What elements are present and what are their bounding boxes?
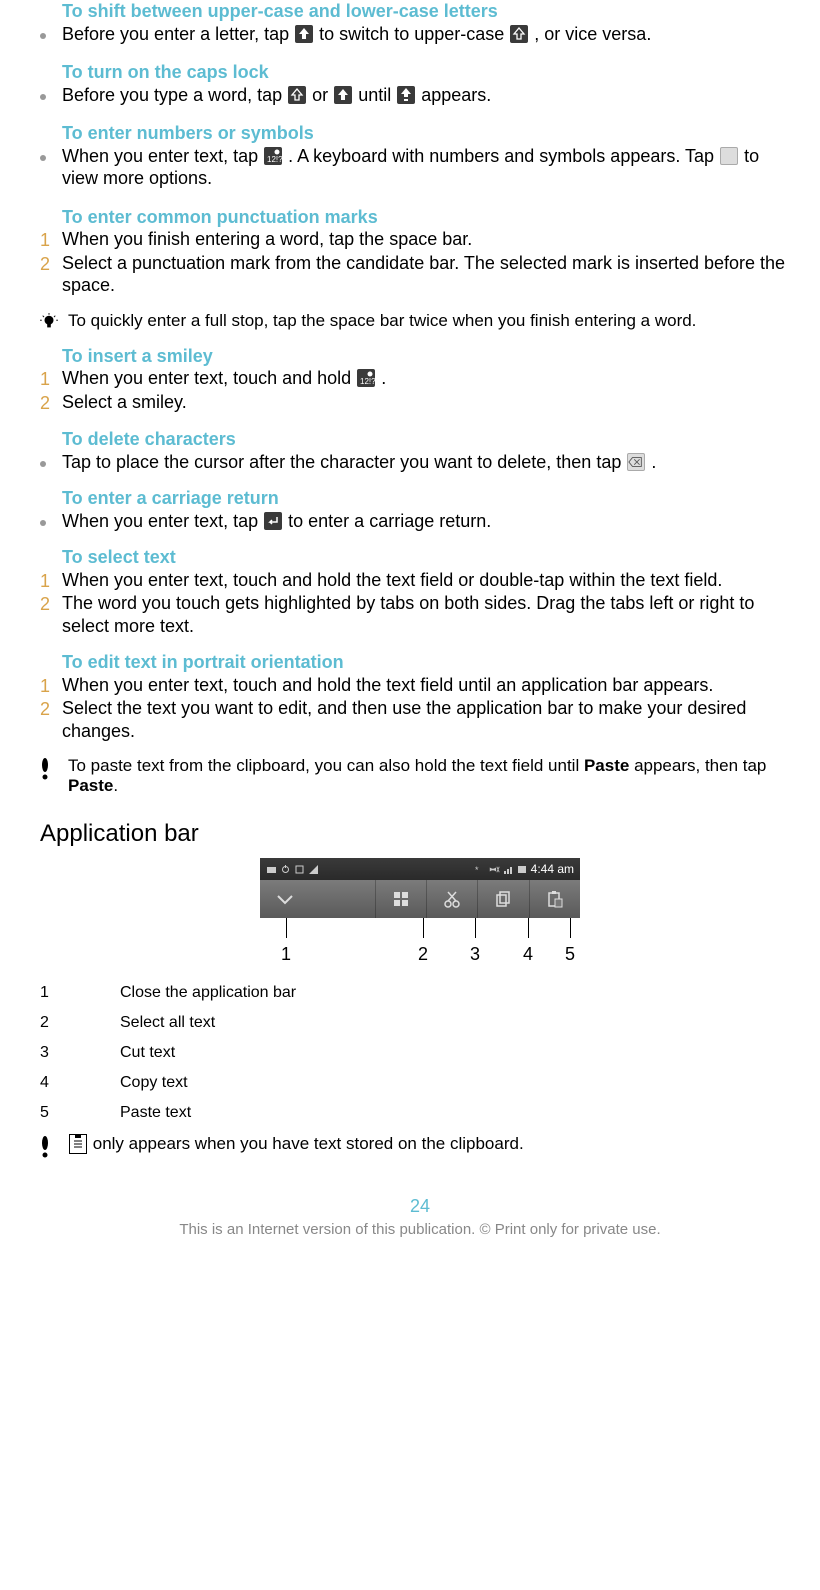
- tip-bulb-icon: [40, 311, 68, 331]
- text-shift-case: Before you enter a letter, tap to switch…: [62, 23, 800, 48]
- note-clipboard: only appears when you have text stored o…: [68, 1134, 800, 1155]
- text-delete: Tap to place the cursor after the charac…: [62, 451, 800, 474]
- step-number: 1: [40, 569, 62, 593]
- step-number: 2: [40, 252, 62, 276]
- heading-carriage: To enter a carriage return: [62, 487, 800, 510]
- application-bar-legend: 1Close the application bar 2Select all t…: [40, 984, 800, 1122]
- status-time: 4:44 am: [531, 862, 574, 876]
- step-number: 2: [40, 592, 62, 616]
- appbar-close-button[interactable]: [260, 880, 376, 918]
- return-key-icon: [264, 512, 282, 530]
- exclamation-icon: [40, 756, 68, 780]
- exclamation-icon: [40, 1134, 68, 1158]
- bullet-icon: [40, 33, 46, 39]
- application-bar-figure: * 4:44 am: [260, 858, 580, 966]
- bullet-icon: [40, 94, 46, 100]
- step-number: 1: [40, 228, 62, 252]
- smiley-key-icon: 12!?: [357, 369, 375, 387]
- appbar-paste-button[interactable]: [530, 880, 580, 918]
- text-punct-step2: Select a punctuation mark from the candi…: [62, 252, 800, 297]
- note-paste: To paste text from the clipboard, you ca…: [68, 756, 800, 796]
- shift-outline-icon: [288, 86, 306, 104]
- appbar-select-all-button[interactable]: [376, 880, 427, 918]
- heading-edit: To edit text in portrait orientation: [62, 651, 800, 674]
- text-edit-step2: Select the text you want to edit, and th…: [62, 697, 800, 742]
- footer-text: This is an Internet version of this publ…: [40, 1221, 800, 1238]
- text-select-step1: When you enter text, touch and hold the …: [62, 569, 800, 592]
- bullet-icon: [40, 520, 46, 526]
- text-smiley-step1: When you enter text, touch and hold 12!?…: [62, 367, 800, 390]
- callout-number: 5: [565, 944, 575, 965]
- heading-punctuation: To enter common punctuation marks: [62, 206, 800, 229]
- step-number: 2: [40, 697, 62, 721]
- numbers-key-icon: 12!?: [264, 147, 282, 165]
- callout-number: 3: [470, 944, 480, 965]
- page-number: 24: [40, 1196, 800, 1217]
- text-caps-lock: Before you type a word, tap or until app…: [62, 84, 800, 109]
- heading-delete: To delete characters: [62, 428, 800, 451]
- heading-smiley: To insert a smiley: [62, 345, 800, 368]
- shift-key-icon: [295, 25, 313, 43]
- appbar-cut-button[interactable]: [427, 880, 478, 918]
- svg-text:12!?: 12!?: [360, 377, 375, 386]
- more-options-icon: [720, 147, 738, 165]
- text-punct-step1: When you finish entering a word, tap the…: [62, 228, 800, 251]
- step-number: 1: [40, 367, 62, 391]
- bullet-icon: [40, 461, 46, 467]
- heading-shift-case: To shift between upper-case and lower-ca…: [62, 0, 800, 23]
- callout-number: 2: [418, 944, 428, 965]
- heading-caps-lock: To turn on the caps lock: [62, 61, 800, 84]
- text-carriage: When you enter text, tap to enter a carr…: [62, 510, 800, 533]
- callout-number: 4: [523, 944, 533, 965]
- step-number: 2: [40, 391, 62, 415]
- heading-numbers: To enter numbers or symbols: [62, 122, 800, 145]
- text-edit-step1: When you enter text, touch and hold the …: [62, 674, 800, 697]
- shift-filled-icon: [334, 86, 352, 104]
- appbar-copy-button[interactable]: [478, 880, 529, 918]
- text-numbers: When you enter text, tap 12!? . A keyboa…: [62, 145, 800, 192]
- heading-select: To select text: [62, 546, 800, 569]
- svg-text:12!?: 12!?: [267, 155, 282, 164]
- text-select-step2: The word you touch gets highlighted by t…: [62, 592, 800, 637]
- text-smiley-step2: Select a smiley.: [62, 391, 800, 414]
- caps-lock-icon: [397, 86, 415, 104]
- shift-up-icon: [510, 25, 528, 43]
- svg-text:*: *: [475, 865, 479, 875]
- tip-fullstop: To quickly enter a full stop, tap the sp…: [68, 311, 800, 331]
- backspace-icon: [627, 453, 645, 471]
- step-number: 1: [40, 674, 62, 698]
- heading-application-bar: Application bar: [40, 820, 800, 848]
- bullet-icon: [40, 155, 46, 161]
- clipboard-paste-icon: [69, 1134, 87, 1154]
- callout-number: 1: [281, 944, 291, 965]
